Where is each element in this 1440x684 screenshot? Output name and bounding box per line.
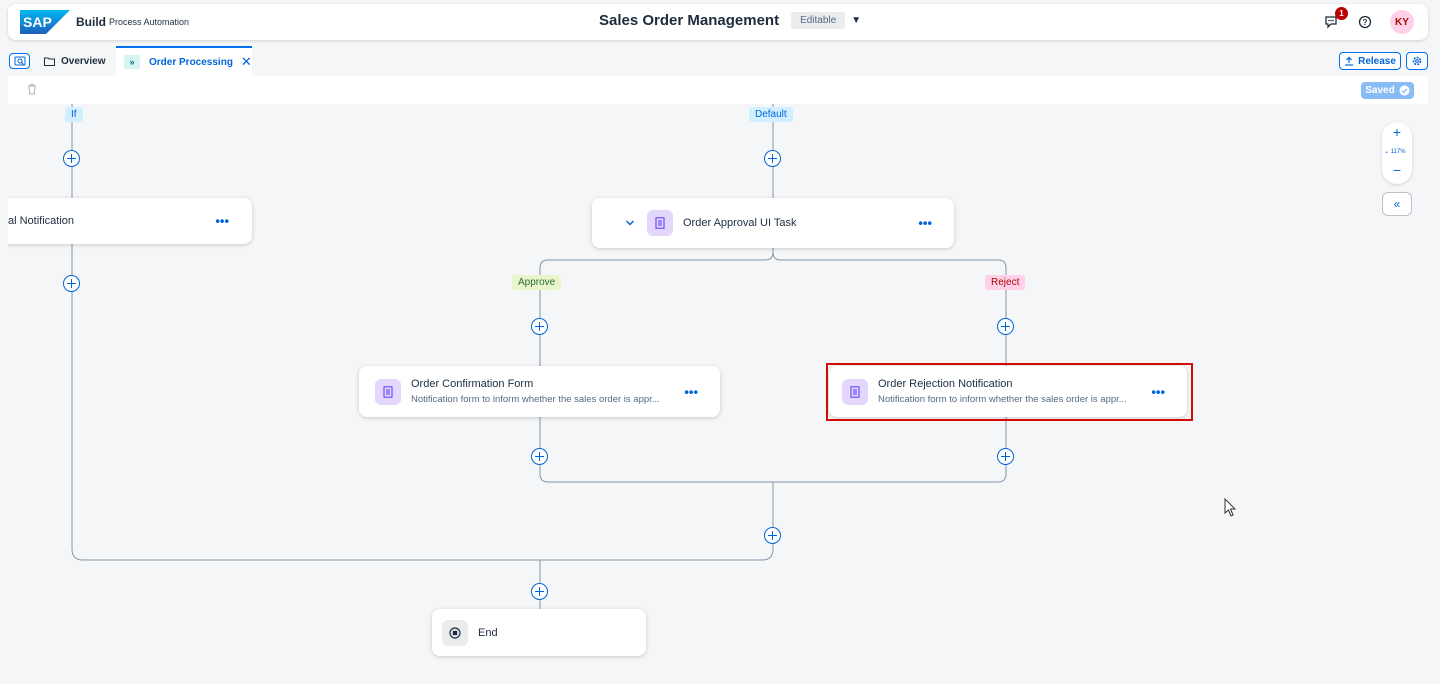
- brand-name: Build: [76, 15, 106, 29]
- mouse-cursor-icon: [1224, 498, 1237, 517]
- zoom-out-button[interactable]: −: [1382, 162, 1412, 178]
- help-button[interactable]: ?: [1356, 13, 1374, 31]
- more-options-button[interactable]: •••: [684, 384, 698, 399]
- saved-button[interactable]: Saved: [1361, 82, 1414, 99]
- zoom-in-button[interactable]: +: [1382, 124, 1412, 140]
- zoom-control: + ⌄ 117% −: [1382, 122, 1412, 184]
- process-icon: »: [124, 55, 140, 69]
- upload-icon: [1345, 56, 1354, 66]
- more-options-button[interactable]: •••: [918, 216, 932, 231]
- zoom-level[interactable]: ⌄ 117%: [1384, 148, 1406, 155]
- search-tabs-button[interactable]: [9, 53, 30, 69]
- add-step-button[interactable]: [63, 275, 80, 292]
- add-step-button[interactable]: [531, 318, 548, 335]
- node-end[interactable]: End: [432, 609, 646, 656]
- node-description: Notification form to inform whether the …: [411, 394, 660, 405]
- add-step-button[interactable]: [764, 150, 781, 167]
- tab-overview-label: Overview: [61, 55, 106, 67]
- node-order-confirmation-form[interactable]: Order Confirmation Form Notification for…: [359, 366, 720, 417]
- settings-button[interactable]: [1406, 52, 1428, 70]
- tab-order-processing[interactable]: » Order Processing ✕: [116, 46, 252, 76]
- collapse-panel-button[interactable]: «: [1382, 192, 1412, 216]
- node-title: End: [478, 626, 498, 639]
- release-button[interactable]: Release: [1339, 52, 1401, 70]
- tab-bar: Overview » Order Processing ✕: [0, 44, 1440, 76]
- shell-actions: 1 ? KY: [1322, 7, 1414, 34]
- avatar[interactable]: KY: [1390, 10, 1414, 34]
- delete-icon[interactable]: [27, 83, 37, 95]
- node-title: al Notification: [8, 215, 75, 227]
- form-icon: [375, 378, 401, 405]
- selection-highlight: [826, 363, 1193, 421]
- chevron-down-icon[interactable]: [625, 218, 635, 228]
- check-circle-icon: [1399, 85, 1410, 96]
- node-title: Order Confirmation Form: [411, 378, 534, 390]
- branch-label-approve: Approve: [512, 275, 562, 290]
- zoom-level-value: 117%: [1390, 149, 1406, 155]
- project-title-area: Sales Order Management Editable ▼: [599, 12, 861, 29]
- node-title: Order Approval UI Task: [683, 217, 797, 229]
- process-canvas[interactable]: If Default Approve Reject al Notificatio…: [8, 104, 1428, 680]
- shell-bar: SAP Build Process Automation Sales Order…: [8, 4, 1428, 40]
- folder-icon: [44, 57, 55, 66]
- more-options-button[interactable]: •••: [215, 214, 229, 229]
- brand-subtitle: Process Automation: [109, 17, 190, 27]
- svg-text:?: ?: [1363, 18, 1368, 27]
- add-step-button[interactable]: [997, 448, 1014, 465]
- branch-label-if: If: [65, 107, 83, 122]
- notifications-button[interactable]: 1: [1322, 7, 1348, 31]
- help-icon: ?: [1358, 15, 1372, 29]
- tab-order-processing-label: Order Processing: [149, 56, 233, 68]
- project-title: Sales Order Management: [599, 12, 780, 29]
- node-notification-partial[interactable]: al Notification •••: [8, 198, 252, 244]
- editor-toolbar: Saved: [8, 76, 1428, 104]
- branch-label-default: Default: [749, 107, 793, 122]
- status-badge: Editable: [791, 12, 846, 29]
- saved-label: Saved: [1365, 85, 1395, 96]
- release-label: Release: [1358, 55, 1396, 67]
- svg-text:SAP: SAP: [23, 14, 52, 30]
- sap-logo[interactable]: SAP: [20, 10, 70, 34]
- node-order-approval-ui-task[interactable]: Order Approval UI Task •••: [592, 198, 954, 248]
- add-step-button[interactable]: [63, 150, 80, 167]
- stop-icon: [442, 619, 468, 646]
- close-icon[interactable]: ✕: [241, 54, 252, 70]
- form-icon: [647, 210, 673, 236]
- add-step-button[interactable]: [764, 527, 781, 544]
- search-icon: [14, 56, 25, 65]
- branch-label-reject: Reject: [985, 275, 1026, 290]
- notification-count-badge: 1: [1335, 7, 1348, 20]
- gear-icon: [1412, 56, 1422, 66]
- tab-overview[interactable]: Overview: [44, 46, 105, 76]
- add-step-button[interactable]: [531, 583, 548, 600]
- add-step-button[interactable]: [997, 318, 1014, 335]
- add-step-button[interactable]: [531, 448, 548, 465]
- caret-down-icon[interactable]: ▼: [851, 15, 861, 26]
